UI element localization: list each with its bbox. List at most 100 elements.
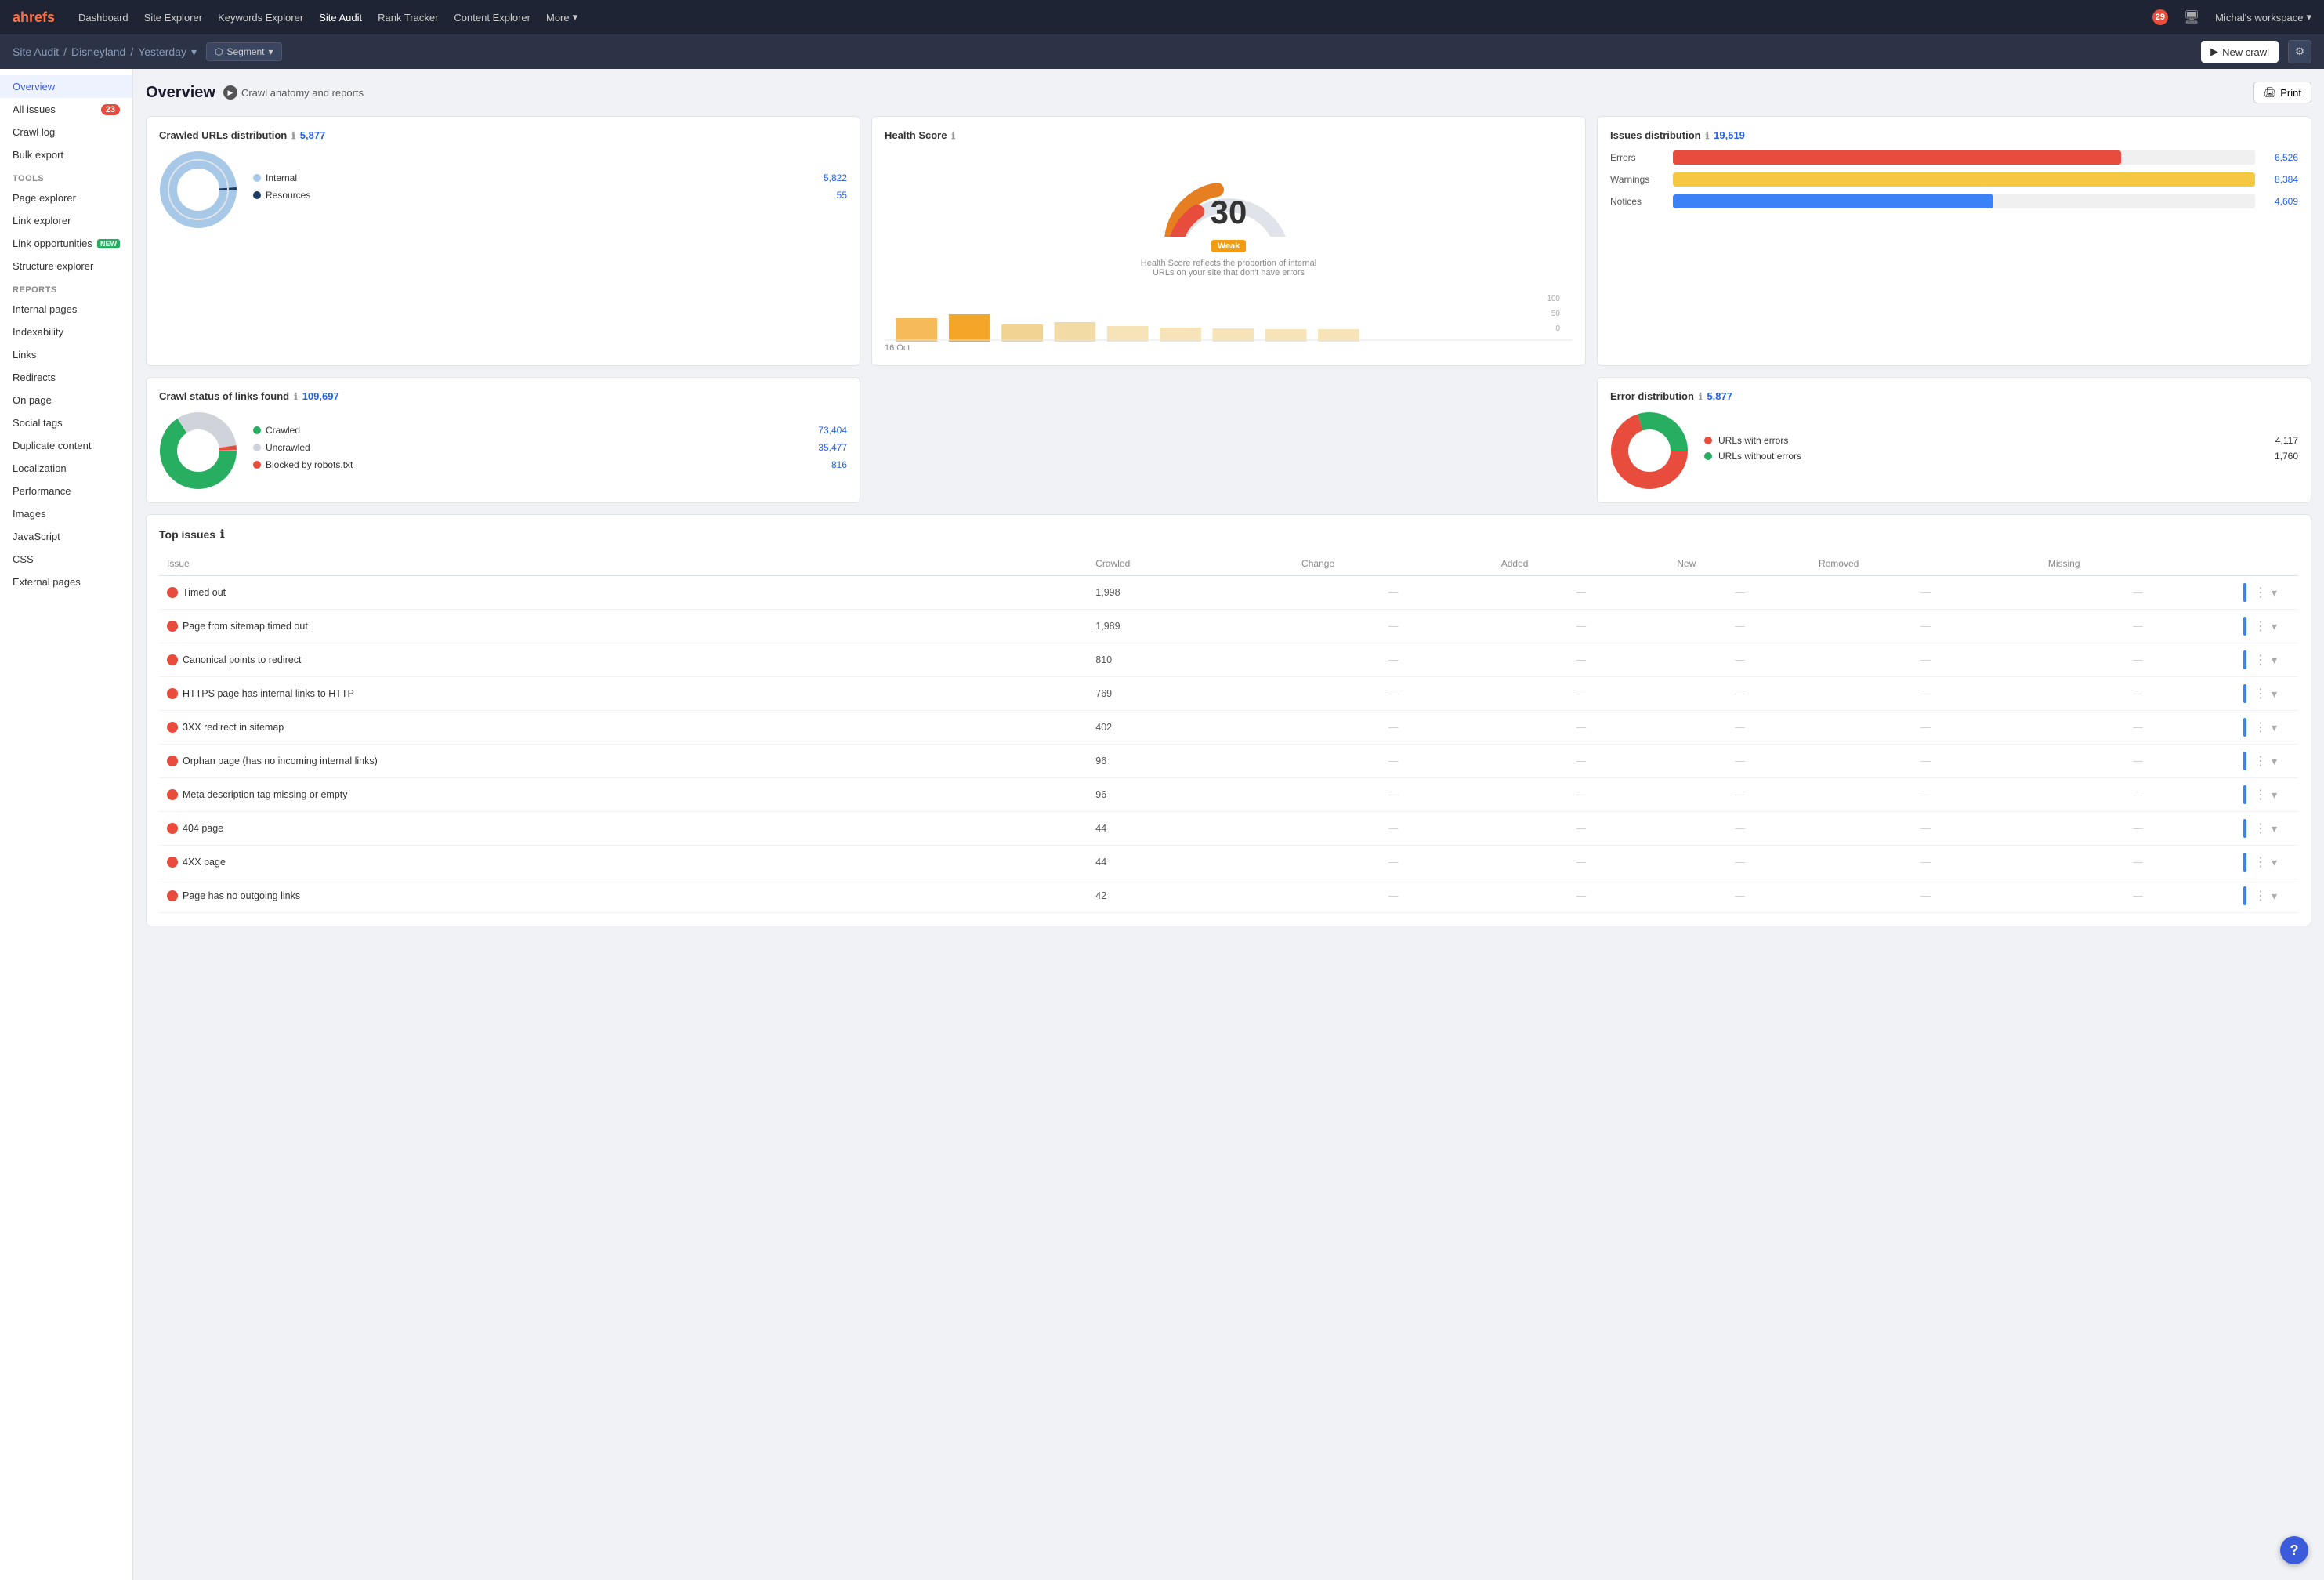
sidebar-item-crawl-log[interactable]: Crawl log bbox=[0, 121, 132, 143]
row-menu-button[interactable]: ⋮ bbox=[2254, 821, 2267, 836]
missing-cell: — bbox=[2040, 745, 2235, 778]
sidebar-item-images[interactable]: Images bbox=[0, 502, 132, 525]
added-cell: — bbox=[1493, 576, 1670, 610]
removed-cell: — bbox=[1811, 778, 2040, 812]
sidebar-item-localization[interactable]: Localization bbox=[0, 457, 132, 480]
blue-bar-indicator bbox=[2243, 853, 2246, 872]
row-expand-button[interactable]: ▾ bbox=[2272, 822, 2277, 835]
issue-name-cell: Page from sitemap timed out bbox=[159, 610, 1088, 643]
blue-bar-indicator bbox=[2243, 650, 2246, 669]
notifications-button[interactable]: 29 bbox=[2152, 9, 2168, 25]
sidebar-item-link-opportunities[interactable]: Link opportunities NEW bbox=[0, 232, 132, 255]
missing-cell: — bbox=[2040, 846, 2235, 879]
top-navigation: ahrefs Dashboard Site Explorer Keywords … bbox=[0, 0, 2324, 34]
info-icon-crawled[interactable]: ℹ bbox=[291, 130, 295, 141]
sidebar-item-css[interactable]: CSS bbox=[0, 548, 132, 571]
sidebar-item-page-explorer[interactable]: Page explorer bbox=[0, 187, 132, 209]
nav-rank-tracker[interactable]: Rank Tracker bbox=[378, 12, 438, 24]
help-button[interactable]: ? bbox=[2280, 1536, 2308, 1564]
sidebar-item-on-page[interactable]: On page bbox=[0, 389, 132, 411]
row-expand-button[interactable]: ▾ bbox=[2272, 890, 2277, 903]
legend-uncrawled: Uncrawled 35,477 bbox=[253, 442, 847, 453]
segment-button[interactable]: ⬡ Segment ▾ bbox=[206, 42, 282, 61]
sidebar-item-internal-pages[interactable]: Internal pages bbox=[0, 298, 132, 321]
breadcrumb-sep2: / bbox=[130, 45, 133, 58]
sidebar-item-indexability[interactable]: Indexability bbox=[0, 321, 132, 343]
issues-distribution-title: Issues distribution ℹ 19,519 bbox=[1610, 129, 2298, 141]
sidebar-item-external-pages[interactable]: External pages bbox=[0, 571, 132, 593]
health-score-container: 30 Weak Health Score reflects the propor… bbox=[885, 150, 1573, 285]
breadcrumb-site-audit[interactable]: Site Audit bbox=[13, 45, 59, 58]
row-menu-button[interactable]: ⋮ bbox=[2254, 787, 2267, 803]
row-menu-button[interactable]: ⋮ bbox=[2254, 888, 2267, 904]
change-cell: — bbox=[1294, 879, 1493, 913]
chart-x-label: 16 Oct bbox=[885, 343, 910, 353]
removed-cell: — bbox=[1811, 745, 2040, 778]
info-icon-health[interactable]: ℹ bbox=[951, 130, 955, 141]
row-menu-button[interactable]: ⋮ bbox=[2254, 652, 2267, 668]
added-cell: — bbox=[1493, 778, 1670, 812]
sidebar-item-structure-explorer[interactable]: Structure explorer bbox=[0, 255, 132, 277]
chevron-down-icon: ▾ bbox=[573, 11, 578, 24]
new-cell: — bbox=[1669, 576, 1811, 610]
nav-content-explorer[interactable]: Content Explorer bbox=[454, 12, 530, 24]
crawl-anatomy-button[interactable]: ▶ Crawl anatomy and reports bbox=[223, 85, 364, 100]
row-menu-button[interactable]: ⋮ bbox=[2254, 618, 2267, 634]
sidebar-item-redirects[interactable]: Redirects bbox=[0, 366, 132, 389]
crawled-cell: 810 bbox=[1088, 643, 1294, 677]
breadcrumb-disneyland[interactable]: Disneyland bbox=[71, 45, 125, 58]
nav-dashboard[interactable]: Dashboard bbox=[78, 12, 129, 24]
row-expand-button[interactable]: ▾ bbox=[2272, 856, 2277, 869]
breadcrumb-yesterday[interactable]: Yesterday bbox=[138, 45, 186, 58]
print-button[interactable]: 🖨 Print bbox=[2253, 82, 2311, 103]
row-expand-button[interactable]: ▾ bbox=[2272, 620, 2277, 633]
info-icon-error[interactable]: ℹ bbox=[1699, 391, 1703, 402]
workspace-selector[interactable]: Michal's workspace ▾ bbox=[2215, 11, 2311, 24]
sidebar-item-javascript[interactable]: JavaScript bbox=[0, 525, 132, 548]
sidebar-item-duplicate-content[interactable]: Duplicate content bbox=[0, 434, 132, 457]
new-cell: — bbox=[1669, 677, 1811, 711]
info-icon-crawl[interactable]: ℹ bbox=[294, 391, 298, 402]
nav-keywords-explorer[interactable]: Keywords Explorer bbox=[218, 12, 303, 24]
sidebar-item-links[interactable]: Links bbox=[0, 343, 132, 366]
row-expand-button[interactable]: ▾ bbox=[2272, 755, 2277, 768]
row-menu-button[interactable]: ⋮ bbox=[2254, 753, 2267, 769]
sidebar-item-link-explorer[interactable]: Link explorer bbox=[0, 209, 132, 232]
issue-name-cell: 3XX redirect in sitemap bbox=[159, 711, 1088, 745]
sidebar-item-performance[interactable]: Performance bbox=[0, 480, 132, 502]
warnings-bar-row: Warnings 8,384 bbox=[1610, 172, 2298, 187]
row-menu-button[interactable]: ⋮ bbox=[2254, 719, 2267, 735]
added-cell: — bbox=[1493, 846, 1670, 879]
row-menu-button[interactable]: ⋮ bbox=[2254, 585, 2267, 600]
table-header: Issue Crawled Change Added New Removed M… bbox=[159, 552, 2298, 576]
indexability-label: Indexability bbox=[13, 326, 63, 338]
row-expand-button[interactable]: ▾ bbox=[2272, 721, 2277, 734]
nav-more-link[interactable]: More bbox=[546, 12, 570, 24]
sidebar-item-overview[interactable]: Overview bbox=[0, 75, 132, 98]
crawled-urls-donut bbox=[159, 150, 237, 229]
crawled-cell: 1,989 bbox=[1088, 610, 1294, 643]
nav-site-explorer[interactable]: Site Explorer bbox=[144, 12, 202, 24]
chart-y-labels: 100 50 0 bbox=[1547, 295, 1560, 333]
row-menu-button[interactable]: ⋮ bbox=[2254, 686, 2267, 701]
row-expand-button[interactable]: ▾ bbox=[2272, 586, 2277, 600]
new-crawl-button[interactable]: ▶ New crawl bbox=[2201, 41, 2279, 63]
main-layout: Overview All issues 23 Crawl log Bulk ex… bbox=[0, 69, 2324, 1580]
nav-more[interactable]: More ▾ bbox=[546, 11, 577, 24]
row-expand-button[interactable]: ▾ bbox=[2272, 654, 2277, 667]
row-expand-button[interactable]: ▾ bbox=[2272, 687, 2277, 701]
row-menu-button[interactable]: ⋮ bbox=[2254, 854, 2267, 870]
segment-chevron: ▾ bbox=[269, 46, 273, 57]
nav-site-audit[interactable]: Site Audit bbox=[319, 12, 362, 24]
info-icon-issues[interactable]: ℹ bbox=[1706, 130, 1710, 141]
row-actions-cell: ⋮ ▾ bbox=[2235, 778, 2298, 812]
sidebar-item-bulk-export[interactable]: Bulk export bbox=[0, 143, 132, 166]
sidebar-item-social-tags[interactable]: Social tags bbox=[0, 411, 132, 434]
missing-cell: — bbox=[2040, 812, 2235, 846]
sidebar-item-all-issues[interactable]: All issues 23 bbox=[0, 98, 132, 121]
row-expand-button[interactable]: ▾ bbox=[2272, 788, 2277, 802]
error-indicator bbox=[167, 789, 178, 800]
info-icon-top-issues[interactable]: ℹ bbox=[220, 527, 224, 541]
settings-button[interactable]: ⚙ bbox=[2288, 40, 2311, 63]
new-cell: — bbox=[1669, 778, 1811, 812]
